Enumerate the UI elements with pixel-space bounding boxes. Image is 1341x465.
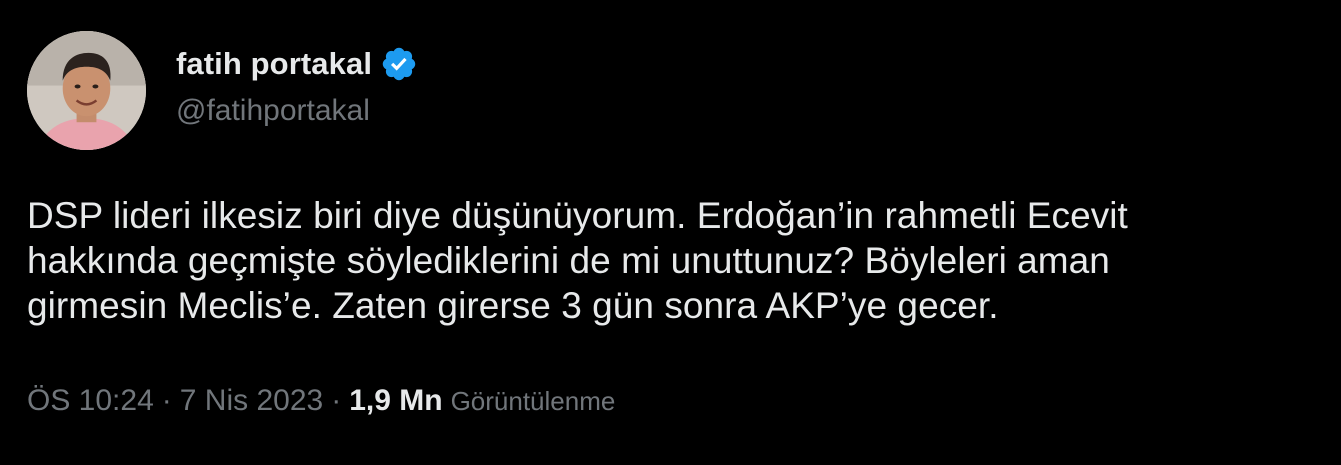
tweet-text-line: girmesin Meclis’e. Zaten girerse 3 gün s…	[27, 285, 999, 326]
verified-badge-icon[interactable]	[380, 45, 418, 83]
tweet-text: DSP lideri ilkesiz biri diye düşünüyorum…	[27, 193, 1327, 328]
tweet-text-line: DSP lideri ilkesiz biri diye düşünüyorum…	[27, 195, 1128, 236]
avatar[interactable]	[27, 31, 146, 150]
author-block: fatih portakal @fatihportakal	[176, 40, 418, 128]
avatar-photo	[27, 31, 146, 150]
tweet-card: fatih portakal @fatihportakal DSP lideri…	[0, 0, 1341, 465]
tweet-date[interactable]: 7 Nis 2023	[180, 384, 323, 418]
user-handle[interactable]: @fatihportakal	[176, 94, 418, 128]
name-row: fatih portakal	[176, 40, 418, 88]
separator: ·	[331, 384, 342, 417]
views-count[interactable]: 1,9 Mn	[349, 384, 442, 418]
tweet-time[interactable]: ÖS 10:24	[27, 384, 154, 418]
tweet-meta: ÖS 10:24 · 7 Nis 2023 · 1,9 Mn Görüntüle…	[27, 384, 615, 418]
display-name[interactable]: fatih portakal	[176, 46, 372, 82]
separator: ·	[161, 384, 172, 417]
views-label[interactable]: Görüntülenme	[451, 386, 616, 417]
tweet-text-line: hakkında geçmişte söylediklerini de mi u…	[27, 240, 1110, 281]
